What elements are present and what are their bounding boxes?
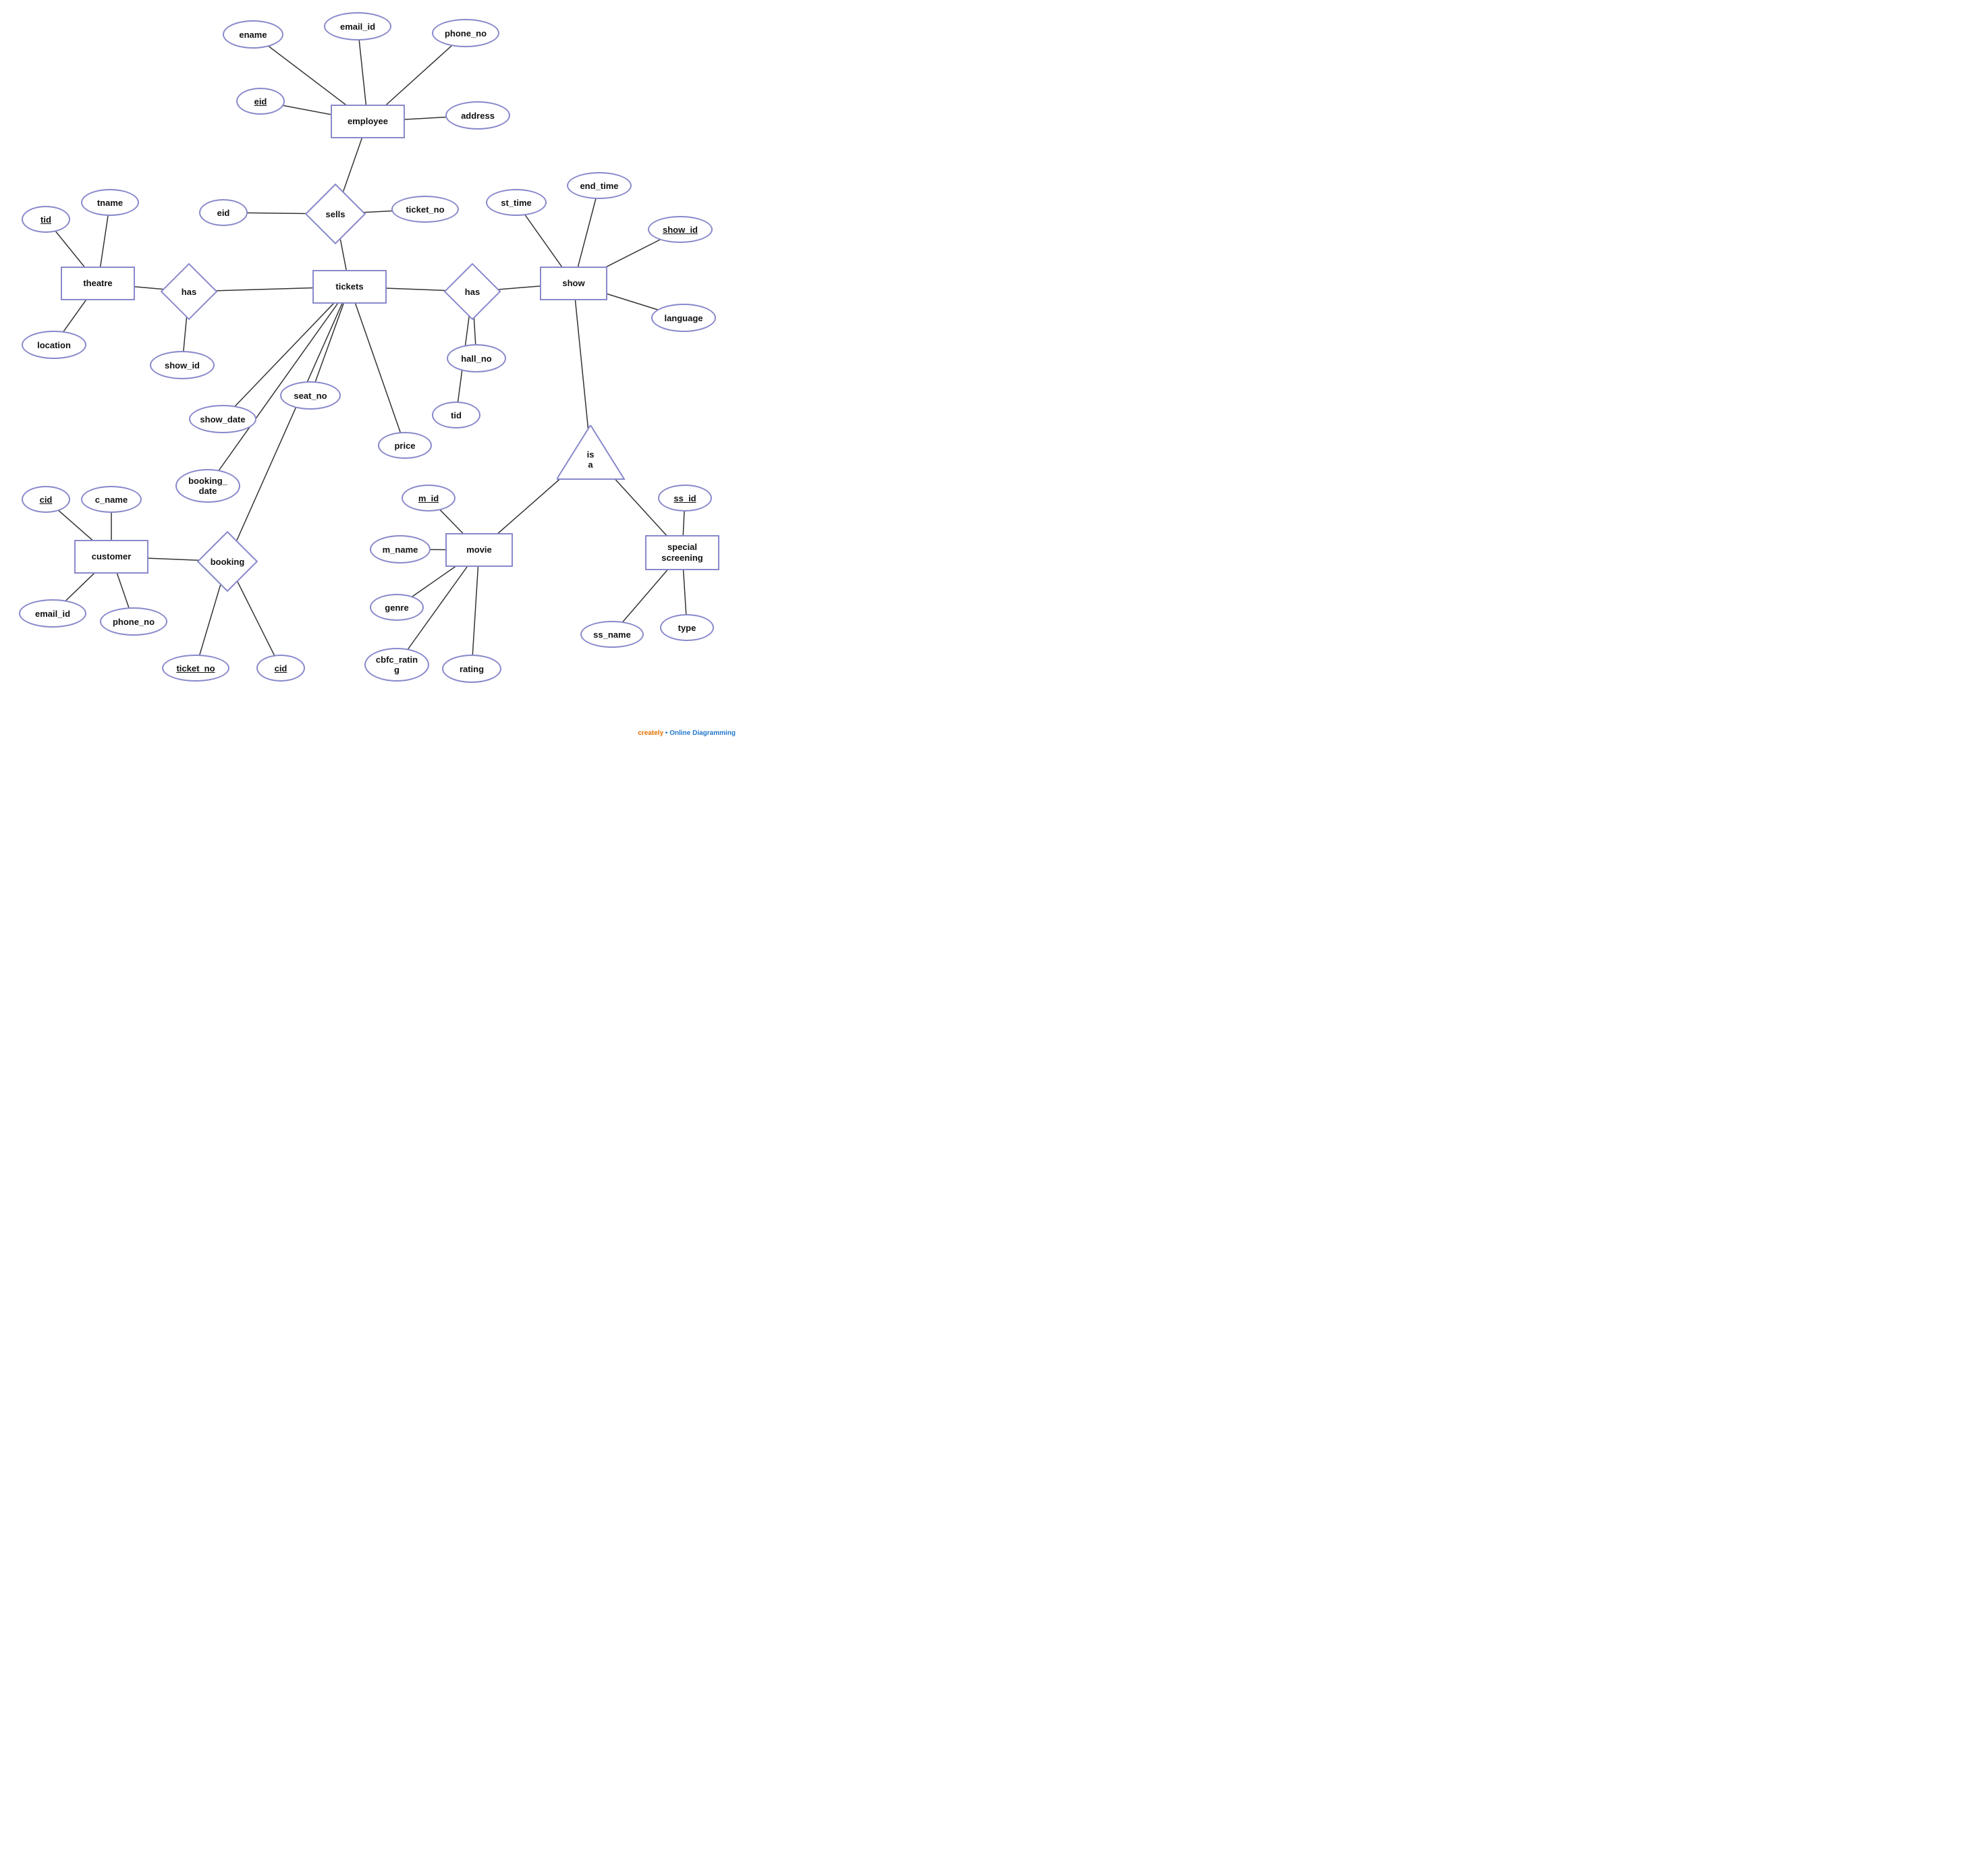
cid_booking: cid (256, 655, 305, 682)
has_theatre: has (162, 271, 216, 312)
creately-text: creately (638, 729, 663, 737)
language: language (651, 304, 716, 332)
end_time: end_time (567, 172, 632, 199)
ss_name: ss_name (580, 621, 644, 648)
customer: customer (74, 540, 148, 574)
show_id_show: show_id (648, 216, 713, 243)
creately-badge: creately • Online Diagramming (638, 729, 736, 737)
show: show (540, 267, 607, 300)
booking_date: booking_date (175, 469, 240, 503)
employee: employee (331, 105, 405, 138)
email_id_cust: email_id (19, 599, 86, 628)
address: address (445, 101, 510, 130)
eid_emp: eid (236, 88, 285, 115)
isa-node: isa (557, 425, 624, 479)
cid_cust: cid (22, 486, 70, 513)
has_show: has (445, 271, 499, 312)
phone_no_emp: phone_no (432, 19, 499, 47)
tname: tname (81, 189, 139, 216)
sells: sells (307, 192, 364, 236)
show_date: show_date (189, 405, 256, 433)
genre: genre (370, 594, 424, 621)
ticket_no_sells: ticket_no (391, 196, 459, 223)
location: location (22, 331, 86, 359)
creately-subtext: • Online Diagramming (665, 729, 736, 737)
rating: rating (442, 655, 501, 683)
show_id_has: show_id (150, 351, 215, 379)
price: price (378, 432, 432, 459)
cbfc_rating: cbfc_rating (364, 648, 429, 682)
ename: ename (223, 20, 283, 49)
tid_th: tid (22, 206, 70, 233)
tid_show: tid (432, 402, 480, 429)
theatre: theatre (61, 267, 135, 300)
movie: movie (445, 533, 513, 567)
email_id_emp: email_id (324, 12, 391, 40)
m_id: m_id (402, 485, 456, 512)
type_ss: type (660, 614, 714, 641)
booking: booking (199, 540, 256, 583)
seat_no: seat_no (280, 381, 341, 410)
eid_sells: eid (199, 199, 248, 226)
tickets: tickets (312, 270, 387, 304)
special_screening: specialscreening (645, 535, 719, 570)
st_time: st_time (486, 189, 547, 216)
c_name: c_name (81, 486, 142, 513)
ticket_no_booking: ticket_no (162, 655, 229, 682)
hall_no: hall_no (447, 344, 506, 373)
ss_id: ss_id (658, 485, 712, 512)
phone_no_cust: phone_no (100, 607, 167, 636)
m_name: m_name (370, 535, 431, 563)
